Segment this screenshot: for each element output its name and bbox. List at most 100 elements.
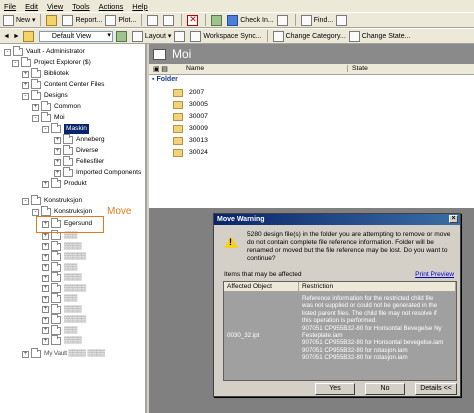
project-tree[interactable]: - Vault - Administrator - Project Explorer… [0,44,147,413]
tree-node[interactable]: - Designs [22,90,68,101]
up-folder-button[interactable] [22,30,36,42]
list-item[interactable]: 30013 [173,135,208,146]
print-preview-link[interactable]: Print Preview [415,271,454,278]
affected-items-table[interactable]: Affected Object Restriction 0030_32.ipt … [223,281,457,381]
tree-node[interactable]: + Imported Components [54,167,141,178]
tree-node-redacted[interactable]: + ▒▒▒▒ [42,335,82,346]
menu-view[interactable]: View [47,2,63,11]
collapse-icon[interactable]: - [4,48,11,56]
tree-node[interactable]: - Project Explorer ($) [12,57,91,68]
tree-node-redacted[interactable]: + ▒▒▒ [42,261,77,273]
details-button[interactable]: Details << [415,383,457,395]
tree-node-redacted[interactable]: + ▒▒▒ [42,293,77,304]
expand-icon[interactable]: + [54,158,61,166]
new-button[interactable]: New ▾ [3,14,35,26]
menu-edit[interactable]: Edit [25,2,38,11]
plot-button[interactable]: Plot... [105,14,136,26]
expand-icon[interactable]: + [42,306,49,313]
forward-button[interactable]: ► [13,33,20,40]
group-header[interactable]: ▪ Folder [152,76,178,83]
menu-help[interactable]: Help [132,2,147,11]
back-button[interactable]: ◄ [3,33,10,40]
refresh-button[interactable] [115,30,129,42]
expand-icon[interactable]: + [42,253,49,261]
collapse-icon[interactable]: - [42,125,49,133]
open-button[interactable] [46,14,59,26]
dialog-title-bar[interactable]: Move Warning × [214,214,460,225]
tree-node-redacted[interactable]: + ▒▒▒▒▒ [42,251,86,262]
tree-node[interactable]: + Produkt [42,178,87,189]
tree-node[interactable]: + Anneberg [54,134,105,145]
tree-node[interactable]: + Bibliotek [22,68,69,79]
check-out-button[interactable] [211,14,224,26]
view-select[interactable]: Default View [38,30,113,42]
expand-icon[interactable]: + [54,136,61,144]
check-in-button[interactable]: Check In... [227,14,274,26]
expand-icon[interactable]: + [54,147,61,155]
file-list[interactable]: ▣ ▤ Name State ▪ Folder 2007 30005 30007… [149,64,474,208]
column-state[interactable]: State [347,65,368,72]
tree-node-redacted[interactable]: + ▒▒▒▒▒ [42,314,86,325]
no-button[interactable]: No [365,383,405,395]
tree-node-redacted[interactable]: + ▒▒▒▒▒ [42,282,86,294]
list-item[interactable]: 30024 [173,147,208,158]
expand-icon[interactable]: + [42,285,49,292]
change-state-button[interactable]: Change State... [348,30,410,42]
expand-icon[interactable]: + [42,295,49,303]
tree-node[interactable]: + Diverse [54,145,98,156]
column-icons[interactable]: ▣ ▤ [153,65,168,73]
tree-node-selected[interactable]: - Maskin [42,123,89,134]
workspace-sync-button[interactable]: Workspace Sync... [190,30,262,42]
more-button[interactable] [336,14,349,26]
expand-icon[interactable]: + [32,103,39,111]
collapse-icon[interactable]: - [12,59,19,67]
expand-icon[interactable]: + [42,274,49,282]
menu-tools[interactable]: Tools [72,2,90,11]
collapse-icon[interactable]: - [22,197,29,205]
tree-node-my-vault[interactable]: + My Vault ▒▒▒▒ ▒▒▒▒ [22,348,105,359]
tree-node-redacted[interactable]: + ▒▒▒ [42,324,77,336]
collapse-icon[interactable]: - [32,114,39,122]
tree-node-redacted[interactable]: + ▒▒▒▒ [42,303,82,315]
find-button[interactable]: Find... [300,14,333,26]
menu-actions[interactable]: Actions [99,2,124,11]
expand-icon[interactable]: + [42,327,49,334]
change-category-button[interactable]: Change Category... [272,30,346,42]
collapse-icon[interactable]: - [22,92,29,100]
collapse-icon[interactable]: - [32,208,39,216]
tree-node-redacted[interactable]: + ▒▒▒▒ [42,272,82,283]
expand-icon[interactable]: + [22,70,29,78]
expand-icon[interactable]: + [54,169,61,177]
column-affected-object[interactable]: Affected Object [224,282,299,292]
expand-icon[interactable]: + [22,350,29,358]
list-item[interactable]: 2007 [173,87,204,98]
column-name[interactable]: Name [186,65,204,72]
expand-icon[interactable]: + [42,243,49,250]
paste-button[interactable] [163,14,176,26]
tree-node[interactable]: - Konstruksjon [22,195,82,206]
layout-button[interactable]: Layout ▾ [131,30,171,42]
expand-icon[interactable]: + [42,337,49,345]
menu-file[interactable]: File [4,2,16,11]
delete-button[interactable] [187,14,200,26]
list-item[interactable]: 30005 [173,99,208,110]
tree-node[interactable]: - Moi [32,112,65,123]
list-item[interactable]: 30007 [173,111,208,122]
report-button[interactable]: Report... [62,14,102,26]
undo-check-out-button[interactable] [276,14,290,26]
lock-button[interactable] [174,30,187,42]
close-icon[interactable]: × [449,215,458,223]
list-item[interactable]: 30009 [173,123,208,134]
expand-icon[interactable]: + [22,81,29,89]
tree-node[interactable]: + Content Center Files [22,79,104,90]
tree-node[interactable]: + Common [32,101,81,112]
expand-icon[interactable]: + [42,316,49,324]
tree-node-redacted[interactable]: + ▒▒▒▒ [42,240,82,252]
tree-node[interactable]: - Vault - Administrator [4,46,85,57]
column-restriction[interactable]: Restriction [299,282,456,292]
expand-icon[interactable]: + [42,232,49,240]
yes-button[interactable]: Yes [315,383,355,395]
copy-button[interactable] [147,14,160,26]
tree-node[interactable]: + Fellesfiler [54,156,104,167]
expand-icon[interactable]: + [42,264,49,271]
